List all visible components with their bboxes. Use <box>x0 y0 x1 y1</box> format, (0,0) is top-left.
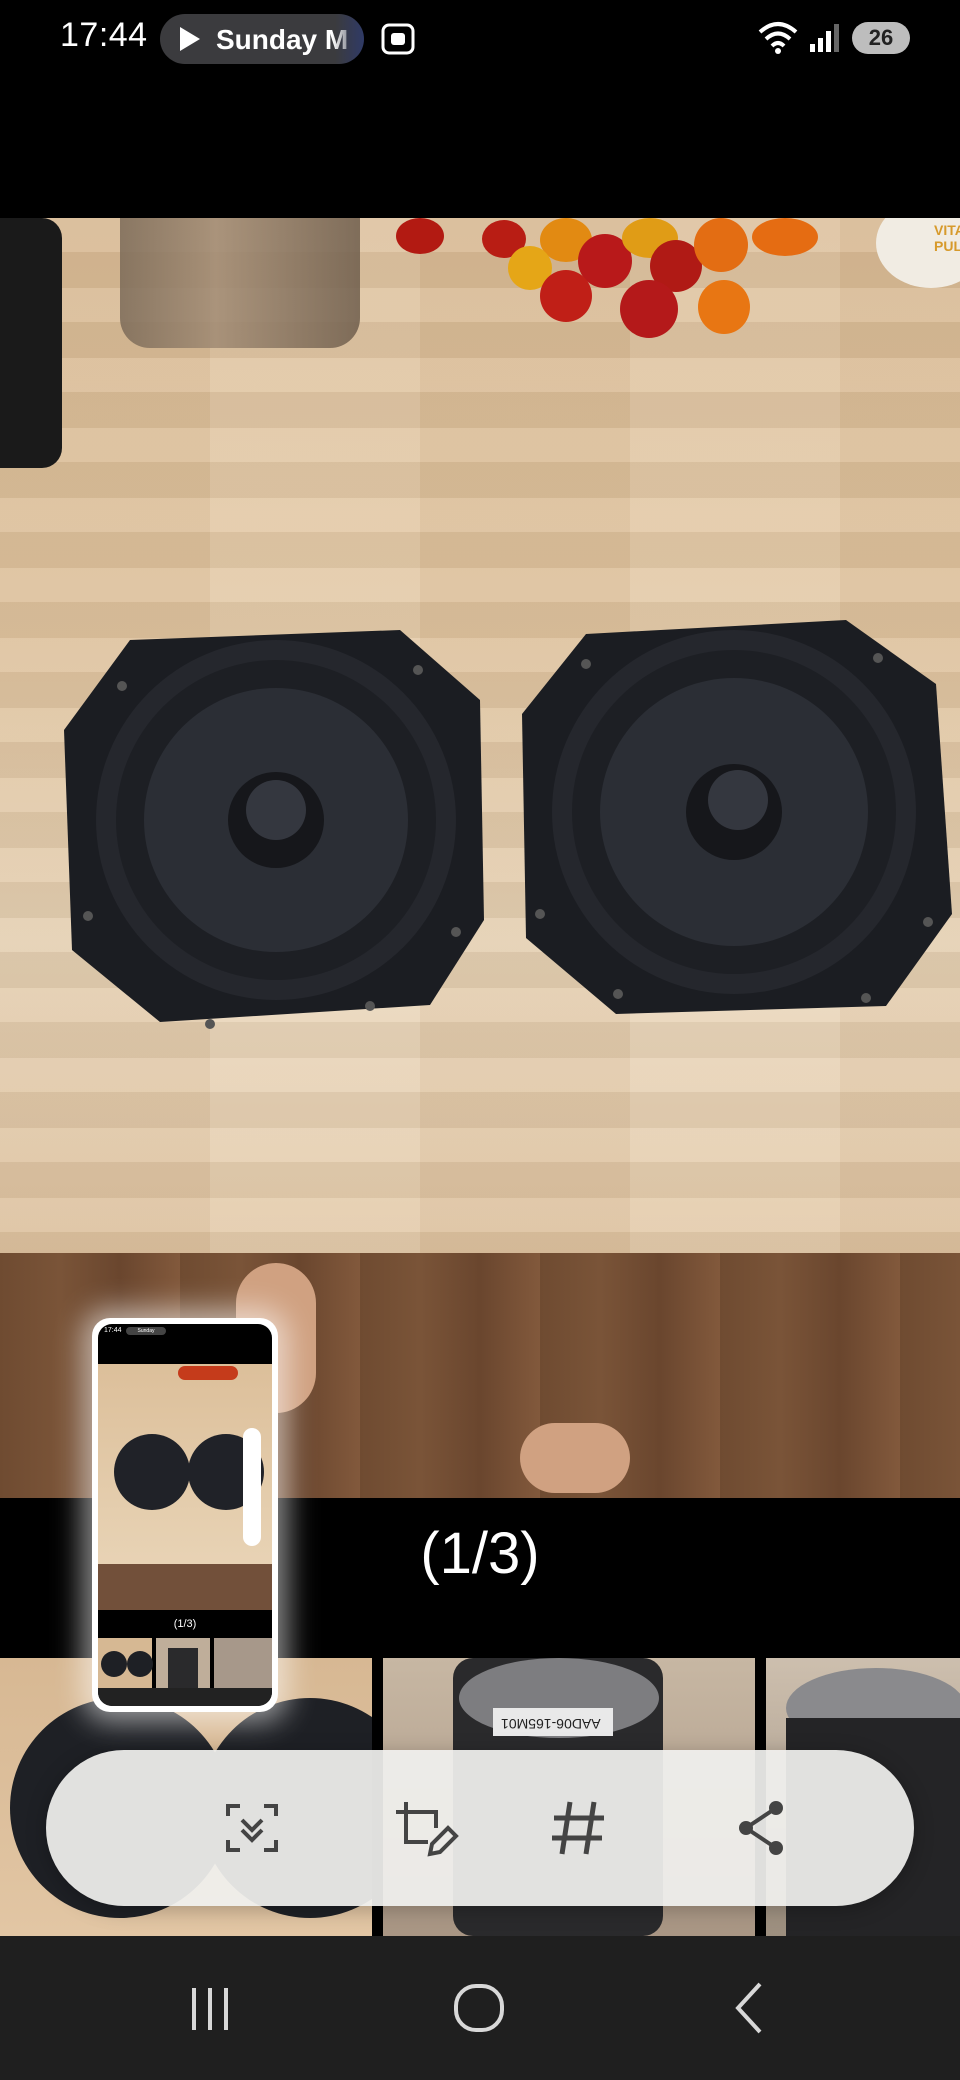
screenshot-preview-content: 17:44 Sunday (1/3) <box>98 1324 272 1706</box>
preview-time: 17:44 <box>104 1327 122 1334</box>
status-time: 17:44 <box>60 16 148 54</box>
edit-button[interactable] <box>388 1792 460 1864</box>
back-button[interactable] <box>710 1976 790 2040</box>
crop-edit-icon <box>396 1802 459 1857</box>
tomato <box>752 218 818 256</box>
signal-icon <box>808 22 842 59</box>
share-button[interactable] <box>726 1792 798 1864</box>
media-playback-chip[interactable]: Sunday M <box>160 14 364 64</box>
preview-scroll-handle <box>243 1428 261 1546</box>
scroll-capture-icon <box>226 1804 278 1852</box>
speaker-right-image <box>522 620 952 1014</box>
preview-navbar <box>98 1688 272 1706</box>
jar-label: VITA PULS <box>934 222 960 254</box>
screenshot-toolbar <box>46 1750 914 1906</box>
tag-button[interactable] <box>542 1792 614 1864</box>
share-icon <box>739 1801 783 1855</box>
jar-image <box>120 218 360 348</box>
home-button[interactable] <box>440 1976 520 2040</box>
preview-media-chip: Sunday <box>126 1327 166 1335</box>
tomato <box>540 270 592 322</box>
play-icon <box>180 27 200 51</box>
tomato <box>694 218 748 272</box>
navigation-bar <box>0 1936 960 2080</box>
battery-icon: 26 <box>852 22 910 54</box>
foot-image <box>520 1423 630 1493</box>
tomato <box>698 280 750 334</box>
hashtag-icon <box>552 1801 604 1855</box>
media-title: Sunday M <box>216 24 349 55</box>
screenshot-capture-icon <box>380 22 416 61</box>
wifi-icon <box>756 20 800 61</box>
recent-apps-button[interactable] <box>170 1976 250 2040</box>
status-bar: 17:44 Sunday M 26 <box>0 0 960 78</box>
speaker-left-image <box>64 630 484 1029</box>
preview-counter: (1/3) <box>98 1610 272 1638</box>
thumbnail-label: AAD06-165M01 <box>501 1716 601 1732</box>
scroll-capture-button[interactable] <box>216 1792 288 1864</box>
preview-thumbnails <box>98 1638 272 1688</box>
home-icon <box>454 1984 504 2032</box>
blender-image <box>0 218 62 468</box>
preview-status-bar: 17:44 Sunday <box>98 1324 272 1338</box>
main-photo[interactable]: VITA PULS <box>0 218 960 1253</box>
tomato <box>620 280 678 338</box>
preview-floor <box>98 1564 272 1610</box>
recent-apps-icon <box>192 1988 228 2030</box>
screenshot-preview[interactable]: 17:44 Sunday (1/3) <box>92 1318 278 1712</box>
tomato <box>396 218 444 254</box>
back-icon <box>735 1982 762 2034</box>
